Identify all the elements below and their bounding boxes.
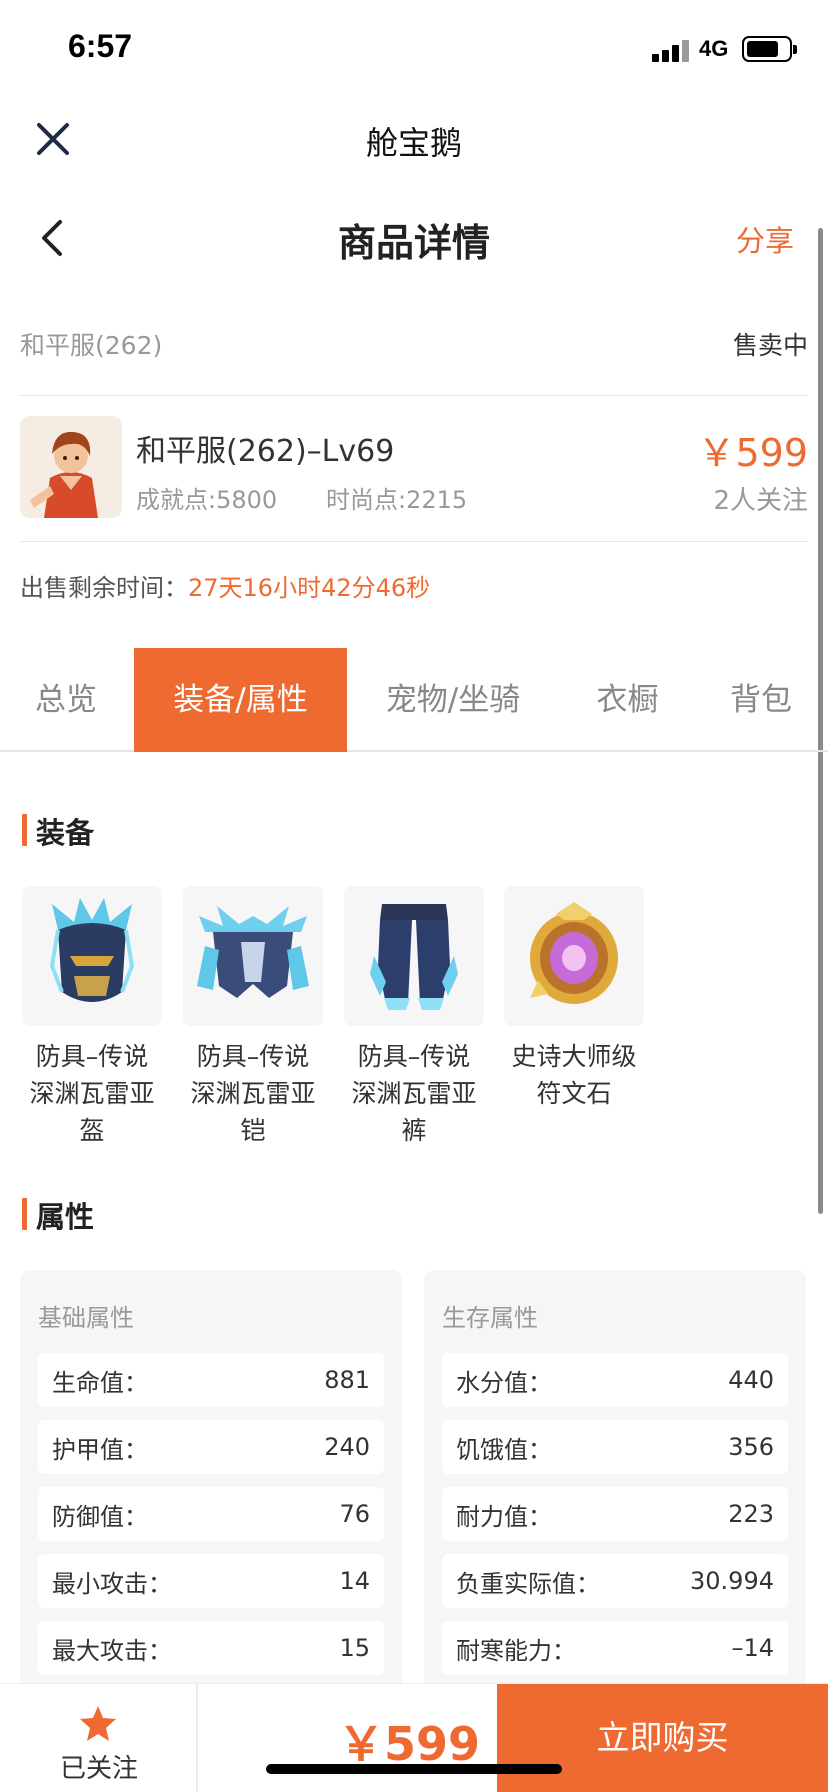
server-name: 和平服(262)	[20, 331, 163, 360]
remaining-time-label: 出售剩余时间：	[20, 574, 188, 602]
buy-now-button[interactable]: 立即购买	[497, 1684, 828, 1792]
attribute-row: 生命值： 881	[38, 1353, 384, 1407]
tab-backpack[interactable]: 背包	[714, 648, 808, 752]
miniprogram-title: 舱宝鹅	[365, 124, 462, 162]
pants-icon	[344, 886, 484, 1026]
cellular-signal-icon	[652, 40, 690, 62]
character-avatar	[20, 416, 122, 518]
panel-title: 生存属性	[442, 1304, 538, 1332]
star-icon	[80, 1706, 116, 1741]
tab-overview[interactable]: 总览	[20, 648, 112, 752]
product-card[interactable]: 和平服(262)–Lv69 成就点:5800 时尚点:2215 ￥599 2人关…	[20, 396, 808, 542]
page-title: 商品详情	[337, 221, 490, 265]
armor-icon	[183, 886, 323, 1026]
equipment-label: 防具–传说 深渊瓦雷亚 盔	[29, 1042, 155, 1145]
basic-attributes-panel: 基础属性 生命值： 881 护甲值： 240 防御值： 76 最小攻击： 14 最大攻击…	[20, 1270, 402, 1690]
status-time: 6:57	[68, 28, 133, 64]
equipment-label: 防具–传说 深渊瓦雷亚 铠	[190, 1042, 316, 1145]
rune-stone-icon	[504, 886, 644, 1026]
follow-label: 已关注	[59, 1754, 138, 1784]
attribute-row: 防御值： 76	[38, 1487, 384, 1541]
equipment-item-rune-stone[interactable]: 史诗大师级 符文石	[504, 886, 644, 1112]
section-title-attributes: 属性	[22, 1194, 94, 1236]
share-button[interactable]: 分享	[736, 218, 794, 260]
attribute-row: 负重实际值： 30.994	[442, 1554, 788, 1608]
page-header: 商品详情 分享	[0, 196, 828, 280]
network-type: 4G	[699, 36, 729, 61]
section-title-equipment: 装备	[22, 810, 94, 852]
battery-icon	[742, 36, 797, 62]
attribute-row: 饥饿值： 356	[442, 1420, 788, 1474]
home-indicator	[266, 1764, 562, 1774]
follower-count: 2人关注	[713, 486, 808, 516]
status-bar: 6:57 4G	[0, 0, 828, 96]
tab-equipment-attributes[interactable]: 装备/属性	[134, 648, 347, 752]
sale-status: 售卖中	[732, 331, 808, 360]
fashion-points: 时尚点:2215	[326, 486, 468, 514]
attribute-row: 水分值： 440	[442, 1353, 788, 1407]
sale-remaining-time: 出售剩余时间：27天16小时42分46秒	[20, 568, 430, 603]
remaining-time-value: 27天16小时42分46秒	[188, 574, 431, 602]
bottom-action-bar: 已关注 ￥599 立即购买	[0, 1684, 828, 1792]
attribute-row: 最小攻击： 14	[38, 1554, 384, 1608]
follow-button[interactable]: 已关注	[0, 1684, 198, 1792]
server-row: 和平服(262) 售卖中	[20, 320, 808, 396]
tab-pets-mounts[interactable]: 宠物/坐骑	[368, 648, 538, 752]
attribute-row: 最大攻击： 15	[38, 1621, 384, 1675]
attribute-row: 护甲值： 240	[38, 1420, 384, 1474]
equipment-item-armor[interactable]: 防具–传说 深渊瓦雷亚 铠	[183, 886, 323, 1149]
attribute-row: 耐寒能力： –14	[442, 1621, 788, 1675]
equipment-item-pants[interactable]: 防具–传说 深渊瓦雷亚 裤	[344, 886, 484, 1149]
tab-bar: 总览 装备/属性 宠物/坐骑 衣橱 背包	[0, 648, 828, 752]
equipment-item-helmet[interactable]: 防具–传说 深渊瓦雷亚 盔	[22, 886, 162, 1149]
tab-wardrobe[interactable]: 衣橱	[580, 648, 675, 752]
equipment-label: 防具–传说 深渊瓦雷亚 裤	[351, 1042, 477, 1145]
attribute-row: 耐力值： 223	[442, 1487, 788, 1541]
miniprogram-bar: 舱宝鹅	[0, 96, 828, 186]
panel-title: 基础属性	[38, 1304, 134, 1332]
achievement-points: 成就点:5800	[136, 486, 278, 514]
helmet-icon	[22, 886, 162, 1026]
survival-attributes-panel: 生存属性 水分值： 440 饥饿值： 356 耐力值： 223 负重实际值： 30.99…	[424, 1270, 806, 1690]
product-name: 和平服(262)–Lv69	[136, 434, 395, 469]
equipment-label: 史诗大师级 符文石	[511, 1042, 637, 1108]
product-price: ￥599	[697, 431, 808, 475]
